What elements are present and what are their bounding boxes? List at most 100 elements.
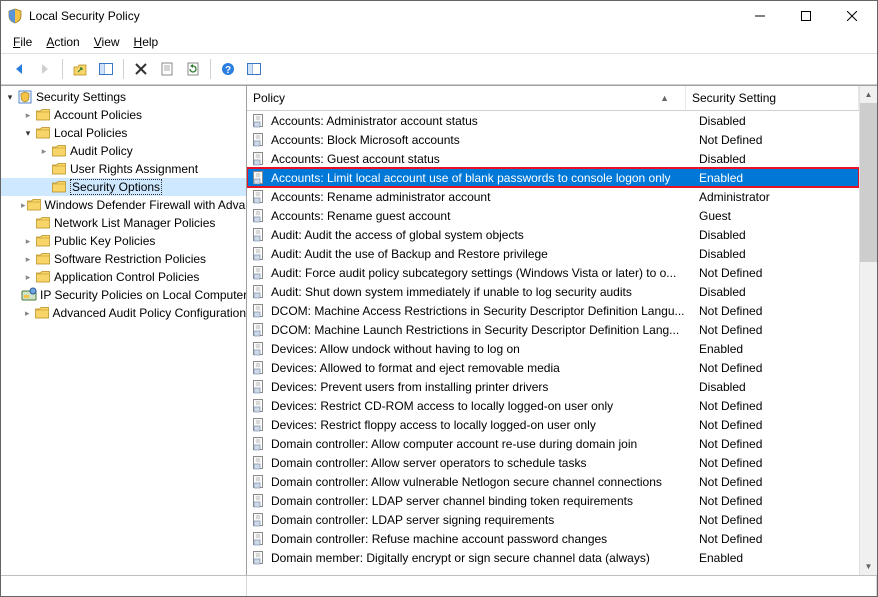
policy-row[interactable]: Accounts: Rename administrator accountAd…	[247, 187, 859, 206]
policy-row[interactable]: Domain controller: Allow server operator…	[247, 453, 859, 472]
policy-row[interactable]: Domain controller: LDAP server signing r…	[247, 510, 859, 529]
policy-icon	[251, 493, 267, 509]
column-header-policy[interactable]: Policy ▲	[247, 86, 686, 110]
policy-icon	[251, 417, 267, 433]
policy-row[interactable]: Devices: Allowed to format and eject rem…	[247, 358, 859, 377]
policy-icon	[251, 322, 267, 338]
security-settings-icon	[17, 89, 33, 105]
tree-item[interactable]: ▸Public Key Policies	[1, 232, 246, 250]
delete-button[interactable]	[129, 57, 153, 81]
list-area: Policy ▲ Security Setting Accounts: Admi…	[247, 86, 877, 575]
policy-name: Devices: Restrict floppy access to local…	[271, 418, 693, 432]
toolbar-separator	[210, 59, 211, 79]
policy-setting: Enabled	[693, 342, 859, 356]
expand-toggle-icon[interactable]: ▸	[21, 272, 35, 283]
tree-item[interactable]: Network List Manager Policies	[1, 214, 246, 232]
menu-action[interactable]: Action	[40, 33, 85, 51]
scroll-track[interactable]	[860, 103, 877, 558]
policy-icon	[251, 284, 267, 300]
policy-row[interactable]: Accounts: Limit local account use of bla…	[247, 168, 859, 187]
menu-view[interactable]: View	[88, 33, 126, 51]
policy-name: Devices: Prevent users from installing p…	[271, 380, 693, 394]
policy-row[interactable]: Audit: Audit the access of global system…	[247, 225, 859, 244]
tree-item[interactable]: ▸ Application Control Policies	[1, 268, 246, 286]
tree-item-label: Application Control Policies	[54, 270, 199, 284]
scroll-down-button[interactable]: ▼	[860, 558, 877, 575]
policy-row[interactable]: Devices: Restrict floppy access to local…	[247, 415, 859, 434]
policy-name: Audit: Shut down system immediately if u…	[271, 285, 693, 299]
tree-item-label: Network List Manager Policies	[54, 216, 215, 230]
export-list-button[interactable]	[242, 57, 266, 81]
expand-toggle-icon[interactable]: ▸	[37, 146, 51, 157]
policy-row[interactable]: Domain member: Digitally encrypt or sign…	[247, 548, 859, 567]
tree-item[interactable]: ▸Software Restriction Policies	[1, 250, 246, 268]
policy-row[interactable]: DCOM: Machine Access Restrictions in Sec…	[247, 301, 859, 320]
policy-name: Accounts: Rename administrator account	[271, 190, 693, 204]
titlebar[interactable]: Local Security Policy	[1, 1, 877, 31]
policy-row[interactable]: Audit: Shut down system immediately if u…	[247, 282, 859, 301]
expand-toggle-icon[interactable]: ▾	[3, 92, 17, 103]
policy-setting: Disabled	[693, 285, 859, 299]
close-button[interactable]	[829, 1, 875, 31]
list-pane: Policy ▲ Security Setting Accounts: Admi…	[247, 86, 877, 575]
expand-toggle-icon[interactable]: ▸	[21, 110, 35, 121]
forward-button[interactable]	[33, 57, 57, 81]
tree-item[interactable]: ▸Account Policies	[1, 106, 246, 124]
policy-row[interactable]: Domain controller: LDAP server channel b…	[247, 491, 859, 510]
back-button[interactable]	[7, 57, 31, 81]
menu-help[interactable]: Help	[128, 33, 165, 51]
tree-item[interactable]: ▸Audit Policy	[1, 142, 246, 160]
minimize-button[interactable]	[737, 1, 783, 31]
expand-toggle-icon[interactable]: ▸	[21, 308, 34, 319]
policy-name: Devices: Allowed to format and eject rem…	[271, 361, 693, 375]
tree-pane[interactable]: ▾Security Settings▸Account Policies▾Loca…	[1, 86, 247, 575]
policy-name: Accounts: Administrator account status	[271, 114, 693, 128]
tree-item[interactable]: User Rights Assignment	[1, 160, 246, 178]
policy-icon	[251, 113, 267, 129]
help-button[interactable]: ?	[216, 57, 240, 81]
menu-file[interactable]: File	[7, 33, 38, 51]
scroll-thumb[interactable]	[860, 103, 877, 262]
policy-row[interactable]: Domain controller: Allow vulnerable Netl…	[247, 472, 859, 491]
policy-setting: Not Defined	[693, 323, 859, 337]
policy-row[interactable]: Audit: Audit the use of Backup and Resto…	[247, 244, 859, 263]
policy-row[interactable]: Audit: Force audit policy subcategory se…	[247, 263, 859, 282]
policy-row[interactable]: DCOM: Machine Launch Restrictions in Sec…	[247, 320, 859, 339]
refresh-button[interactable]	[181, 57, 205, 81]
properties-button[interactable]	[155, 57, 179, 81]
policy-row[interactable]: Domain controller: Allow computer accoun…	[247, 434, 859, 453]
vertical-scrollbar[interactable]: ▲ ▼	[859, 86, 877, 575]
menubar: File Action View Help	[1, 31, 877, 54]
maximize-button[interactable]	[783, 1, 829, 31]
policy-row[interactable]: Accounts: Guest account statusDisabled	[247, 149, 859, 168]
policy-row[interactable]: Accounts: Administrator account statusDi…	[247, 111, 859, 130]
collapse-toggle-icon[interactable]: ▾	[21, 128, 35, 139]
tree-root[interactable]: ▾Security Settings	[1, 88, 246, 106]
policy-row[interactable]: Accounts: Rename guest accountGuest	[247, 206, 859, 225]
tree-item-label: Advanced Audit Policy Configuration	[53, 306, 246, 320]
list-body[interactable]: Accounts: Administrator account status Di…	[247, 111, 859, 575]
policy-name: Domain controller: LDAP server signing r…	[271, 513, 693, 527]
column-header-setting[interactable]: Security Setting	[686, 86, 859, 110]
statusbar	[1, 575, 877, 596]
tree-item[interactable]: Security Options	[1, 178, 246, 196]
folder-icon	[35, 251, 51, 267]
policy-row[interactable]: Devices: Prevent users from installing p…	[247, 377, 859, 396]
tree-item[interactable]: ▸Windows Defender Firewall with Advanced…	[1, 196, 246, 214]
up-one-level-button[interactable]	[68, 57, 92, 81]
policy-row[interactable]: Devices: Restrict CD-ROM access to local…	[247, 396, 859, 415]
policy-row[interactable]: Devices: Allow undock without having to …	[247, 339, 859, 358]
tree-item[interactable]: IP Security Policies on Local Computer	[1, 286, 246, 304]
folder-icon	[35, 269, 51, 285]
tree-item[interactable]: ▾Local Policies	[1, 124, 246, 142]
policy-row[interactable]: Domain controller: Refuse machine accoun…	[247, 529, 859, 548]
expand-toggle-icon[interactable]: ▸	[21, 236, 35, 247]
show-hide-tree-button[interactable]	[94, 57, 118, 81]
local-security-policy-window: Local Security Policy File Action View H…	[0, 0, 878, 597]
policy-row[interactable]: Accounts: Block Microsoft accountsNot De…	[247, 130, 859, 149]
scroll-up-button[interactable]: ▲	[860, 86, 877, 103]
expand-toggle-icon[interactable]: ▸	[21, 254, 35, 265]
policy-setting: Not Defined	[693, 133, 859, 147]
tree-item[interactable]: ▸ Advanced Audit Policy Configuration	[1, 304, 246, 322]
policy-icon	[251, 379, 267, 395]
